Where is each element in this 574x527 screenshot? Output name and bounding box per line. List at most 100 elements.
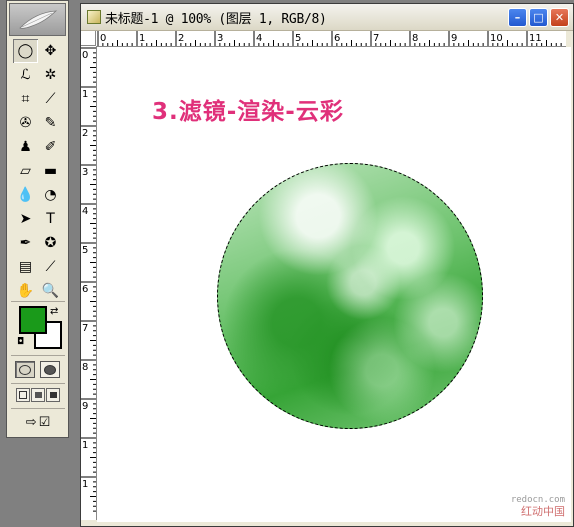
notes-tool-icon: ▤ bbox=[18, 259, 33, 275]
toolbox-panel: ◯ ✥ ℒ ✲ ⌗ ⟋ ✇ ✎ ♟ ✐ ▱ ▬ 💧 ◔ ➤ T ✒ ✪ ▤ ⟋ ✋ 🔍 ⇄ ◘ ⇨ ☑ bbox=[6, 0, 69, 438]
dodge-tool-icon: ◔ bbox=[44, 187, 57, 203]
blur-tool-button[interactable]: 💧 bbox=[13, 183, 38, 207]
ruler-label: 4 bbox=[82, 206, 88, 217]
type-tool-icon: T bbox=[46, 211, 55, 227]
gradient-tool-button[interactable]: ▬ bbox=[38, 159, 63, 183]
watermark: redocn.com 红动中国 bbox=[511, 495, 565, 518]
pen-tool-icon: ✒ bbox=[19, 235, 32, 251]
rectangular-marquee-tool-icon: ◯ bbox=[17, 43, 34, 59]
ruler-label: 5 bbox=[295, 33, 301, 44]
quick-mask-mode-button[interactable] bbox=[40, 361, 60, 378]
move-tool-button[interactable]: ✥ bbox=[38, 39, 63, 63]
watermark-name: 红动中国 bbox=[521, 504, 565, 518]
screen-mode-icon bbox=[34, 392, 42, 398]
ruler-label: 4 bbox=[256, 33, 262, 44]
hand-tool-button[interactable]: ✋ bbox=[13, 279, 38, 303]
path-selection-tool-icon: ➤ bbox=[19, 211, 32, 227]
quick-mask-icon bbox=[44, 364, 56, 375]
ruler-label: 1 bbox=[139, 33, 145, 44]
type-tool-button[interactable]: T bbox=[38, 207, 63, 231]
ruler-label: 8 bbox=[82, 362, 88, 373]
ruler-label: 8 bbox=[412, 33, 418, 44]
magic-wand-tool-icon: ✲ bbox=[44, 67, 57, 83]
zoom-tool-button[interactable]: 🔍 bbox=[38, 279, 63, 303]
lasso-tool-button[interactable]: ℒ bbox=[13, 63, 38, 87]
minimize-icon: – bbox=[514, 11, 521, 24]
maximize-icon: □ bbox=[533, 11, 544, 24]
standard-screen-mode-button[interactable] bbox=[16, 388, 30, 402]
image-canvas[interactable]: 3.滤镜-渲染-云彩 redocn.com 红动中国 bbox=[97, 47, 571, 522]
toolbox-divider bbox=[11, 408, 65, 409]
toolbox-divider bbox=[11, 301, 65, 302]
jump-to-imageready-button[interactable]: ⇨ ☑ bbox=[17, 413, 59, 432]
slice-tool-button[interactable]: ⟋ bbox=[38, 87, 63, 111]
zoom-tool-icon: 🔍 bbox=[41, 283, 60, 299]
ruler-label: 11 bbox=[529, 33, 542, 44]
brush-tool-icon: ✎ bbox=[44, 115, 57, 131]
document-title: 未标题-1 @ 100% (图层 1, RGB/8) bbox=[105, 11, 327, 27]
ruler-label: 6 bbox=[82, 284, 88, 295]
crop-tool-icon: ⌗ bbox=[21, 91, 30, 107]
pen-tool-button[interactable]: ✒ bbox=[13, 231, 38, 255]
move-tool-icon: ✥ bbox=[44, 43, 57, 59]
eraser-tool-button[interactable]: ▱ bbox=[13, 159, 38, 183]
step-caption: 3.滤镜-渲染-云彩 bbox=[152, 99, 344, 125]
ruler-label: 1 bbox=[82, 89, 88, 100]
maximize-button[interactable]: □ bbox=[529, 8, 548, 27]
title-bar[interactable]: 未标题-1 @ 100% (图层 1, RGB/8) – □ ✕ bbox=[81, 4, 573, 31]
foreground-color-swatch[interactable] bbox=[19, 306, 47, 334]
minimize-button[interactable]: – bbox=[508, 8, 527, 27]
magic-wand-tool-button[interactable]: ✲ bbox=[38, 63, 63, 87]
dodge-tool-button[interactable]: ◔ bbox=[38, 183, 63, 207]
gradient-tool-icon: ▬ bbox=[43, 163, 58, 179]
photoshop-feather-icon bbox=[18, 10, 57, 29]
toolbox-header[interactable] bbox=[9, 3, 66, 36]
full-screen-menu-mode-button[interactable] bbox=[31, 388, 45, 402]
imageready-icon: ⇨ bbox=[25, 415, 37, 430]
ruler-label: 10 bbox=[490, 33, 503, 44]
ruler-origin[interactable] bbox=[81, 31, 96, 46]
elliptical-selection-marquee[interactable] bbox=[217, 163, 483, 429]
ruler-label: 7 bbox=[82, 323, 88, 334]
history-brush-tool-button[interactable]: ✐ bbox=[38, 135, 63, 159]
crop-tool-button[interactable]: ⌗ bbox=[13, 87, 38, 111]
close-icon: ✕ bbox=[554, 11, 565, 24]
swap-colors-icon[interactable]: ⇄ bbox=[50, 306, 58, 317]
history-brush-tool-icon: ✐ bbox=[44, 139, 57, 155]
ruler-label: 9 bbox=[451, 33, 457, 44]
ruler-label: 2 bbox=[82, 128, 88, 139]
ruler-label: 0 bbox=[100, 33, 106, 44]
standard-mode-button[interactable] bbox=[15, 361, 35, 378]
eyedropper-tool-button[interactable]: ⟋ bbox=[38, 255, 63, 279]
ruler-label: 3 bbox=[217, 33, 223, 44]
ruler-label: 5 bbox=[82, 245, 88, 256]
toolbox-divider bbox=[11, 355, 65, 356]
hand-tool-icon: ✋ bbox=[16, 283, 35, 299]
custom-shape-tool-button[interactable]: ✪ bbox=[38, 231, 63, 255]
close-button[interactable]: ✕ bbox=[550, 8, 569, 27]
ruler-label: 1 bbox=[82, 440, 88, 451]
slice-tool-icon: ⟋ bbox=[45, 91, 56, 107]
ruler-label: 0 bbox=[82, 50, 88, 61]
toolbox-divider bbox=[11, 383, 65, 384]
healing-brush-tool-button[interactable]: ✇ bbox=[13, 111, 38, 135]
rectangular-marquee-tool-button[interactable]: ◯ bbox=[13, 39, 38, 63]
document-window: 未标题-1 @ 100% (图层 1, RGB/8) – □ ✕ 0 1 2 3 4 5 6… bbox=[80, 3, 574, 527]
clone-stamp-tool-button[interactable]: ♟ bbox=[13, 135, 38, 159]
ruler-label: 7 bbox=[373, 33, 379, 44]
lasso-tool-icon: ℒ bbox=[20, 67, 31, 83]
default-colors-icon[interactable]: ◘ bbox=[17, 337, 24, 347]
eyedropper-tool-icon: ⟋ bbox=[45, 259, 56, 275]
notes-tool-button[interactable]: ▤ bbox=[13, 255, 38, 279]
path-selection-tool-button[interactable]: ➤ bbox=[13, 207, 38, 231]
ruler-label: 1 bbox=[82, 479, 88, 490]
vertical-ruler[interactable]: 0 1 2 3 4 5 6 7 8 9 1 1 bbox=[81, 46, 97, 520]
full-screen-mode-button[interactable] bbox=[46, 388, 60, 402]
document-icon bbox=[87, 10, 101, 24]
brush-tool-button[interactable]: ✎ bbox=[38, 111, 63, 135]
horizontal-ruler[interactable]: 0 1 2 3 4 5 6 7 8 9 10 11 bbox=[96, 31, 566, 47]
custom-shape-tool-icon: ✪ bbox=[44, 235, 57, 251]
clone-stamp-tool-icon: ♟ bbox=[19, 139, 32, 155]
standard-mode-icon bbox=[19, 364, 31, 375]
tool-grid: ◯ ✥ ℒ ✲ ⌗ ⟋ ✇ ✎ ♟ ✐ ▱ ▬ 💧 ◔ ➤ T ✒ ✪ ▤ ⟋ ✋ 🔍 bbox=[13, 39, 63, 303]
